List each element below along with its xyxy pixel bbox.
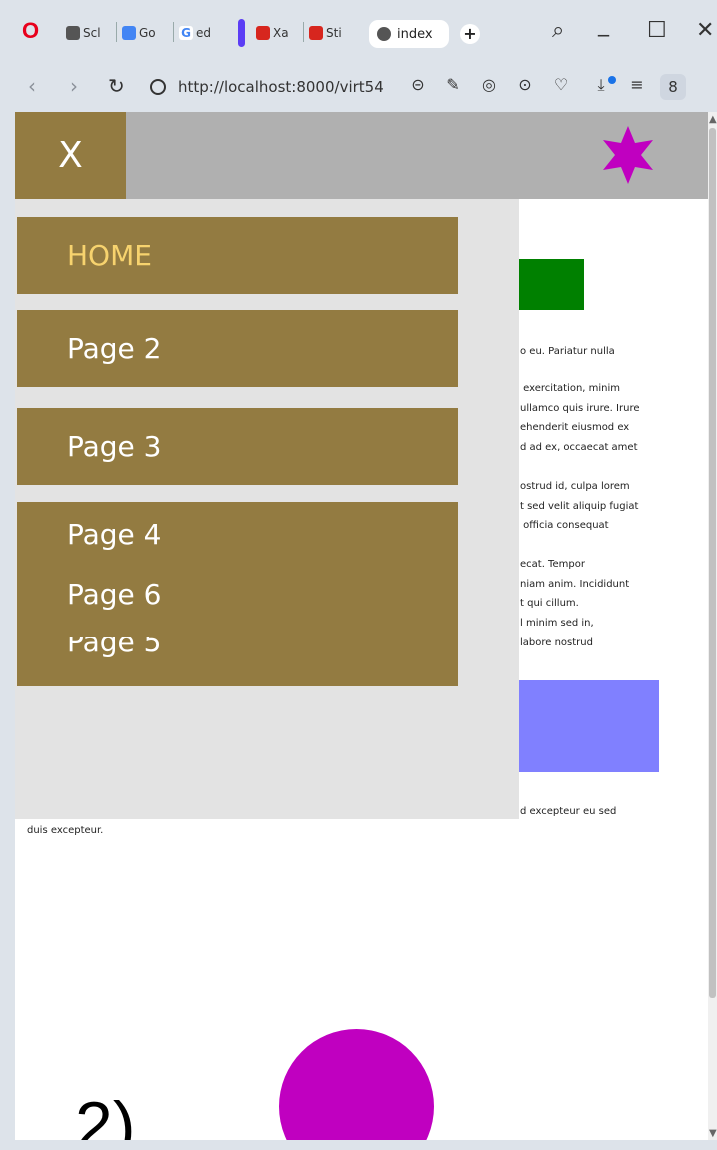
menu-close-button[interactable]: X xyxy=(15,112,126,199)
heart-icon[interactable]: ♡ xyxy=(551,75,571,95)
tab-label: ed xyxy=(196,26,211,40)
camera-icon[interactable]: ◎ xyxy=(479,75,499,95)
tab-index[interactable]: index xyxy=(369,20,449,48)
url-text: http://localhost:8000/virt54 xyxy=(178,78,384,96)
forward-icon[interactable]: › xyxy=(70,74,78,98)
url-field[interactable]: http://localhost:8000/virt54 xyxy=(150,70,400,104)
tab-label: Go xyxy=(139,26,156,40)
tab-label: Xa xyxy=(273,26,289,40)
scroll-down-icon[interactable]: ▼ xyxy=(709,1128,717,1139)
nav-menu-panel: HOME Page 2 Page 3 Page 4 Page 5 Page 6 xyxy=(15,199,519,819)
browser-tab-bar: O Scl Go G ed Xa Sti index + ⌕ _ ☐ ✕ xyxy=(0,0,717,62)
menu-item-home[interactable]: HOME xyxy=(17,217,458,294)
site-info-icon[interactable] xyxy=(150,79,166,95)
tab-separator xyxy=(116,22,117,42)
page-viewport: X o eu. Pariatur nulla exercitation, min… xyxy=(15,112,708,1140)
star-logo-icon[interactable] xyxy=(597,124,659,186)
menu-item-page-4-group: Page 4 Page 5 Page 6 xyxy=(17,502,458,686)
translate-icon xyxy=(122,26,136,40)
section-number-label: 2) xyxy=(75,1088,136,1140)
zoom-icon[interactable]: ⊝ xyxy=(408,75,428,95)
shield-icon[interactable]: ⊙ xyxy=(515,75,535,95)
tab-separator xyxy=(173,22,174,42)
edit-icon[interactable]: ✎ xyxy=(443,75,463,95)
paragraph-5-line1: d excepteur eu sed xyxy=(520,806,617,817)
tab-label: index xyxy=(397,26,433,42)
menu-item-page-6[interactable]: Page 6 xyxy=(67,578,162,611)
new-tab-button[interactable]: + xyxy=(460,24,480,44)
page-scrollbar[interactable]: ▲ ▼ xyxy=(708,112,717,1140)
tab-separator xyxy=(303,22,304,42)
easy-setup-icon[interactable]: ≡ xyxy=(627,75,647,95)
site-header: X xyxy=(15,112,708,199)
tg-icon xyxy=(309,26,323,40)
paragraph-1: o eu. Pariatur nulla xyxy=(520,346,615,357)
tab-group-marker[interactable] xyxy=(238,19,245,47)
opera-logo-icon[interactable]: O xyxy=(22,18,39,44)
menu-item-page-3[interactable]: Page 3 xyxy=(17,408,458,485)
reload-icon[interactable]: ↻ xyxy=(108,74,125,98)
green-block xyxy=(517,259,584,310)
back-icon[interactable]: ‹ xyxy=(28,74,36,98)
tab-go[interactable]: Go xyxy=(122,22,156,44)
address-toolbar: ‹ › ↻ http://localhost:8000/virt54 ⊝ ✎ ◎… xyxy=(0,62,717,168)
paragraph-4: ecat. Tempor niam anim. Incididunt t qui… xyxy=(520,559,630,648)
download-badge xyxy=(608,76,616,84)
grid-icon xyxy=(66,26,80,40)
tab-scl[interactable]: Scl xyxy=(66,22,101,44)
menu-item-page-5[interactable]: Page 5 xyxy=(67,637,162,658)
tab-label: Scl xyxy=(83,26,101,40)
search-tabs-icon[interactable]: ⌕ xyxy=(552,18,564,43)
tab-label: Sti xyxy=(326,26,342,40)
paragraph-2: exercitation, minim ullamco quis irure. … xyxy=(520,383,640,453)
blue-block xyxy=(517,680,659,772)
google-icon: G xyxy=(179,26,193,40)
close-window-button[interactable]: ✕ xyxy=(696,18,714,43)
menu-item-page-2[interactable]: Page 2 xyxy=(17,310,458,387)
tab-sti[interactable]: Sti xyxy=(309,22,342,44)
paragraph-3: ostrud id, culpa lorem t sed velit aliqu… xyxy=(520,481,639,531)
minimize-button[interactable]: _ xyxy=(598,12,609,37)
tg-icon xyxy=(256,26,270,40)
tab-xa[interactable]: Xa xyxy=(256,22,289,44)
magenta-circle xyxy=(279,1029,434,1140)
maximize-button[interactable]: ☐ xyxy=(647,18,667,43)
tab-ed[interactable]: G ed xyxy=(179,22,211,44)
scroll-up-icon[interactable]: ▲ xyxy=(709,114,717,125)
scroll-thumb[interactable] xyxy=(709,128,716,998)
menu-item-page-4[interactable]: Page 4 xyxy=(67,518,162,551)
paragraph-5-line2: duis excepteur. xyxy=(27,825,104,836)
globe-icon xyxy=(377,27,391,41)
account-icon[interactable]: 8 xyxy=(660,74,686,100)
